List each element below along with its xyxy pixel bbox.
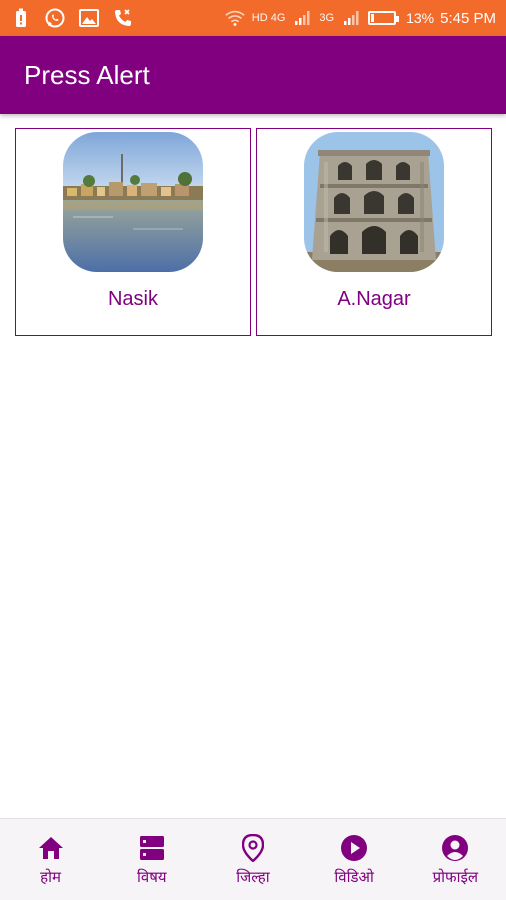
nav-label: विडिओ <box>334 867 374 886</box>
signal-icon <box>291 7 313 29</box>
whatsapp-icon <box>44 7 66 29</box>
wifi-icon <box>224 7 246 29</box>
district-label: Nasik <box>107 288 158 310</box>
battery-alert-icon <box>10 7 32 29</box>
river-town-photo <box>63 132 203 272</box>
district-card-nasik[interactable]: Nasik <box>15 128 251 336</box>
district-grid: Nasik A.Nagar <box>15 128 492 336</box>
network-3g-label: 3G <box>319 12 335 24</box>
app-bar: Press Alert <box>0 36 506 114</box>
district-label: A.Nagar <box>337 288 411 310</box>
bottom-navigation: होम विषय जिल्हा विडिओ प्रोफाईल <box>0 818 506 900</box>
nav-label: विषय <box>136 867 167 886</box>
play-circle-icon <box>339 833 369 863</box>
app-title: Press Alert <box>24 59 150 90</box>
notification-icons <box>10 7 134 29</box>
network-hd-label: HD 4G <box>251 12 286 24</box>
location-pin-icon <box>238 833 268 863</box>
fort-tower-photo <box>304 132 444 272</box>
home-icon <box>36 833 66 863</box>
account-circle-icon <box>440 833 470 863</box>
missed-call-icon <box>112 7 134 29</box>
status-bar: HD 4G 3G 13% 5:45 PM <box>0 0 506 36</box>
battery-icon <box>368 11 400 25</box>
nav-label: जिल्हा <box>236 867 270 886</box>
gallery-icon <box>78 7 100 29</box>
nav-profile[interactable]: प्रोफाईल <box>405 833 505 887</box>
nav-district[interactable]: जिल्हा <box>203 833 303 887</box>
signal-icon-2 <box>340 7 362 29</box>
district-card-anagar[interactable]: A.Nagar <box>256 128 492 336</box>
nav-category[interactable]: विषय <box>102 833 202 887</box>
nav-home[interactable]: होम <box>1 833 101 887</box>
nav-label: होम <box>40 867 61 886</box>
battery-percent: 13% <box>406 10 435 26</box>
category-icon <box>137 833 167 863</box>
nav-video[interactable]: विडिओ <box>304 833 404 887</box>
system-icons: HD 4G 3G 13% 5:45 PM <box>224 7 496 29</box>
clock: 5:45 PM <box>440 9 496 27</box>
nav-label: प्रोफाईल <box>432 867 479 886</box>
